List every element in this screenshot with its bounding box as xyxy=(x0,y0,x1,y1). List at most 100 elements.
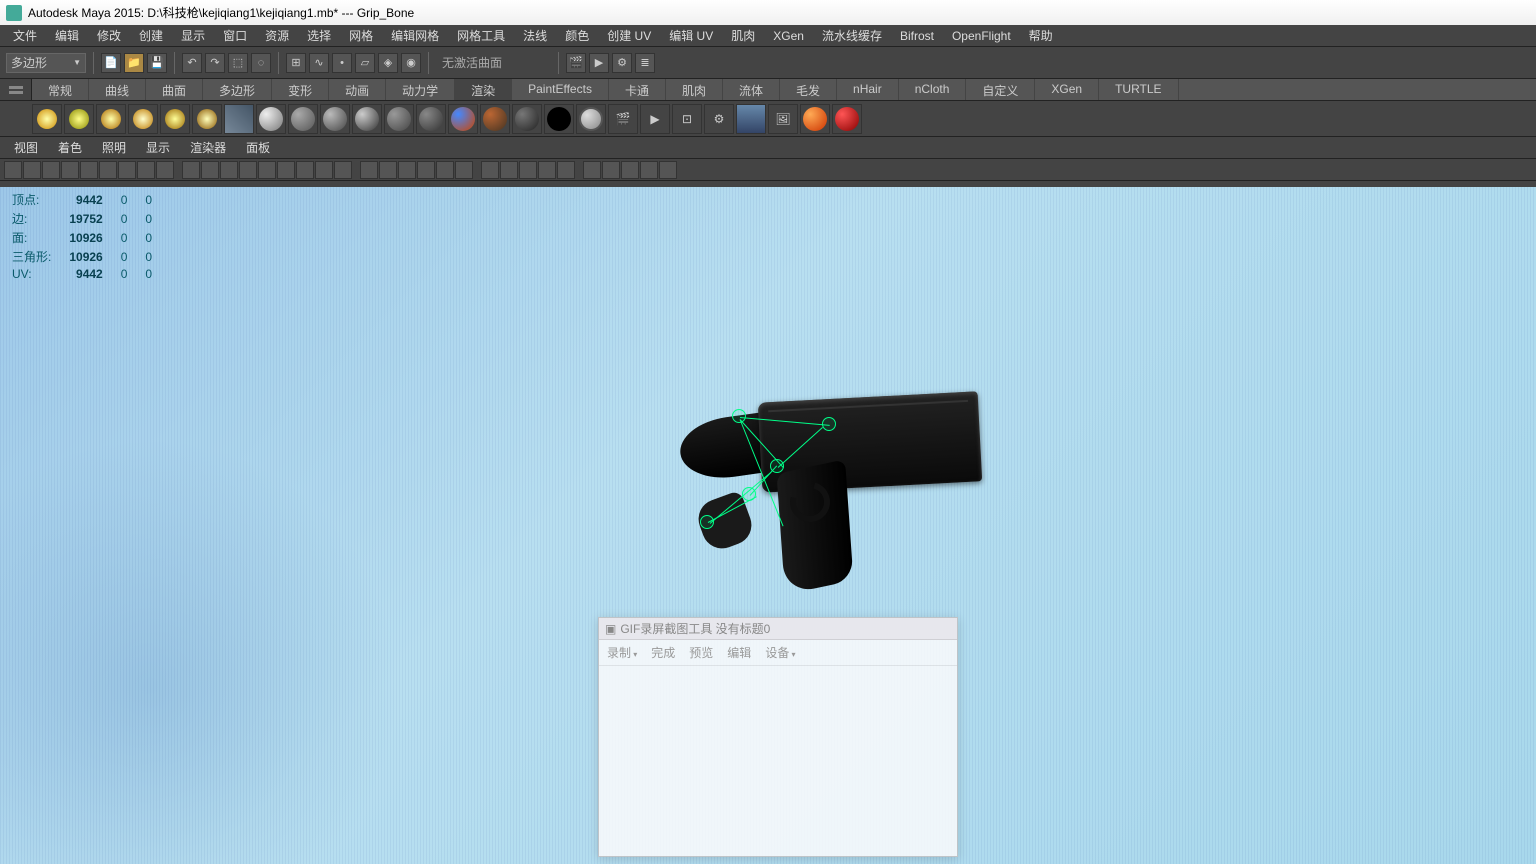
render-icon[interactable]: 🎬 xyxy=(608,104,638,134)
menu-item[interactable]: OpenFlight xyxy=(943,27,1020,45)
area-light-icon[interactable] xyxy=(160,104,190,134)
render-settings-icon[interactable]: ⚙ xyxy=(612,53,632,73)
lasso-icon[interactable]: ◌ xyxy=(251,53,271,73)
shelf-tab[interactable]: TURTLE xyxy=(1099,79,1178,100)
layered-shader-icon[interactable] xyxy=(480,104,510,134)
cancel-batch-icon[interactable] xyxy=(832,104,862,134)
panel-tool-icon[interactable] xyxy=(277,161,295,179)
snap-point-icon[interactable]: • xyxy=(332,53,352,73)
snap-live-icon[interactable]: ◈ xyxy=(378,53,398,73)
menu-item[interactable]: 编辑网格 xyxy=(382,25,448,46)
shelf-tab[interactable]: 常规 xyxy=(32,79,89,100)
recorder-tab-record[interactable]: 录制 xyxy=(607,644,637,661)
ambient-light-icon[interactable] xyxy=(64,104,94,134)
panel-tool-icon[interactable] xyxy=(239,161,257,179)
use-background-icon[interactable] xyxy=(544,104,574,134)
shading-map-icon[interactable] xyxy=(576,104,606,134)
recorder-tab-preview[interactable]: 预览 xyxy=(689,644,713,661)
menu-item[interactable]: 创建 xyxy=(130,25,172,46)
shelf-tab[interactable]: 肌肉 xyxy=(666,79,723,100)
panel-tool-icon[interactable] xyxy=(258,161,276,179)
panel-tool-icon[interactable] xyxy=(455,161,473,179)
shelf-tab[interactable]: 毛发 xyxy=(780,79,837,100)
panel-tool-icon[interactable] xyxy=(201,161,219,179)
menu-item[interactable]: 资源 xyxy=(256,25,298,46)
phong-e-icon[interactable] xyxy=(384,104,414,134)
panel-tool-icon[interactable] xyxy=(334,161,352,179)
render-region-icon[interactable]: ⊡ xyxy=(672,104,702,134)
shelf-tab[interactable]: nHair xyxy=(837,79,899,100)
ipr-icon[interactable]: ▶ xyxy=(640,104,670,134)
shelf-toggle[interactable] xyxy=(0,79,32,100)
menu-item[interactable]: 网格工具 xyxy=(448,25,514,46)
menu-item[interactable]: 肌肉 xyxy=(722,25,764,46)
panel-tool-icon[interactable] xyxy=(360,161,378,179)
recorder-tab-done[interactable]: 完成 xyxy=(651,644,675,661)
panel-tool-icon[interactable] xyxy=(640,161,658,179)
panel-menu-item[interactable]: 照明 xyxy=(92,137,136,158)
panel-tool-icon[interactable] xyxy=(156,161,174,179)
blinn-icon[interactable] xyxy=(320,104,350,134)
panel-tool-icon[interactable] xyxy=(118,161,136,179)
panel-menu-item[interactable]: 渲染器 xyxy=(180,137,236,158)
open-scene-icon[interactable]: 📁 xyxy=(124,53,144,73)
scene-model[interactable] xyxy=(670,367,990,607)
panel-tool-icon[interactable] xyxy=(500,161,518,179)
panel-tool-icon[interactable] xyxy=(220,161,238,179)
menu-item[interactable]: 网格 xyxy=(340,25,382,46)
panel-menu-item[interactable]: 面板 xyxy=(236,137,280,158)
menu-item[interactable]: 法线 xyxy=(514,25,556,46)
snap-view-icon[interactable]: ◉ xyxy=(401,53,421,73)
shelf-tab[interactable]: 多边形 xyxy=(203,79,272,100)
panel-menu-item[interactable]: 着色 xyxy=(48,137,92,158)
shelf-tab[interactable]: XGen xyxy=(1035,79,1099,100)
menu-item[interactable]: 文件 xyxy=(4,25,46,46)
menu-item[interactable]: XGen xyxy=(764,27,813,45)
panel-tool-icon[interactable] xyxy=(296,161,314,179)
menu-item[interactable]: 创建 UV xyxy=(598,25,660,46)
shelf-tab[interactable]: nCloth xyxy=(899,79,967,100)
select-icon[interactable]: ⬚ xyxy=(228,53,248,73)
shelf-tab[interactable]: 自定义 xyxy=(966,79,1035,100)
shelf-tab[interactable]: 动画 xyxy=(329,79,386,100)
snap-curve-icon[interactable]: ∿ xyxy=(309,53,329,73)
menu-item[interactable]: 修改 xyxy=(88,25,130,46)
point-light-icon[interactable] xyxy=(96,104,126,134)
volume-light-icon[interactable] xyxy=(192,104,222,134)
lambert-icon[interactable] xyxy=(288,104,318,134)
panel-tool-icon[interactable] xyxy=(80,161,98,179)
shader-ball-icon[interactable] xyxy=(256,104,286,134)
save-scene-icon[interactable]: 💾 xyxy=(147,53,167,73)
panel-menu-item[interactable]: 视图 xyxy=(4,137,48,158)
render-settings-shelf-icon[interactable]: ⚙ xyxy=(704,104,734,134)
panel-tool-icon[interactable] xyxy=(659,161,677,179)
recorder-titlebar[interactable]: ▣ GIF录屏截图工具 没有标题0 xyxy=(599,618,957,640)
panel-tool-icon[interactable] xyxy=(137,161,155,179)
menu-item[interactable]: 流水线缓存 xyxy=(813,25,891,46)
panel-menu-item[interactable]: 显示 xyxy=(136,137,180,158)
spot-light-icon[interactable] xyxy=(128,104,158,134)
directional-light-icon[interactable] xyxy=(32,104,62,134)
panel-tool-icon[interactable] xyxy=(621,161,639,179)
shelf-tab[interactable]: 曲面 xyxy=(146,79,203,100)
panel-tool-icon[interactable] xyxy=(481,161,499,179)
panel-tool-icon[interactable] xyxy=(538,161,556,179)
menu-item[interactable]: 帮助 xyxy=(1020,25,1062,46)
panel-tool-icon[interactable] xyxy=(42,161,60,179)
screen-recorder-window[interactable]: ▣ GIF录屏截图工具 没有标题0 录制 完成 预览 编辑 设备 xyxy=(598,617,958,857)
shelf-tab[interactable]: 渲染 xyxy=(455,79,512,100)
panel-tool-icon[interactable] xyxy=(182,161,200,179)
batch-icon[interactable] xyxy=(800,104,830,134)
shelf-tab[interactable]: 卡通 xyxy=(609,79,666,100)
render-view-icon[interactable]: 🖼 xyxy=(768,104,798,134)
ramp-shader-icon[interactable] xyxy=(448,104,478,134)
shelf-tab[interactable]: 变形 xyxy=(272,79,329,100)
menu-item[interactable]: 选择 xyxy=(298,25,340,46)
panel-tool-icon[interactable] xyxy=(417,161,435,179)
texture-icon[interactable] xyxy=(224,104,254,134)
recorder-tab-device[interactable]: 设备 xyxy=(765,644,795,661)
shelf-tab[interactable]: 流体 xyxy=(723,79,780,100)
panel-tool-icon[interactable] xyxy=(519,161,537,179)
recorder-tab-edit[interactable]: 编辑 xyxy=(727,644,751,661)
snap-plane-icon[interactable]: ▱ xyxy=(355,53,375,73)
